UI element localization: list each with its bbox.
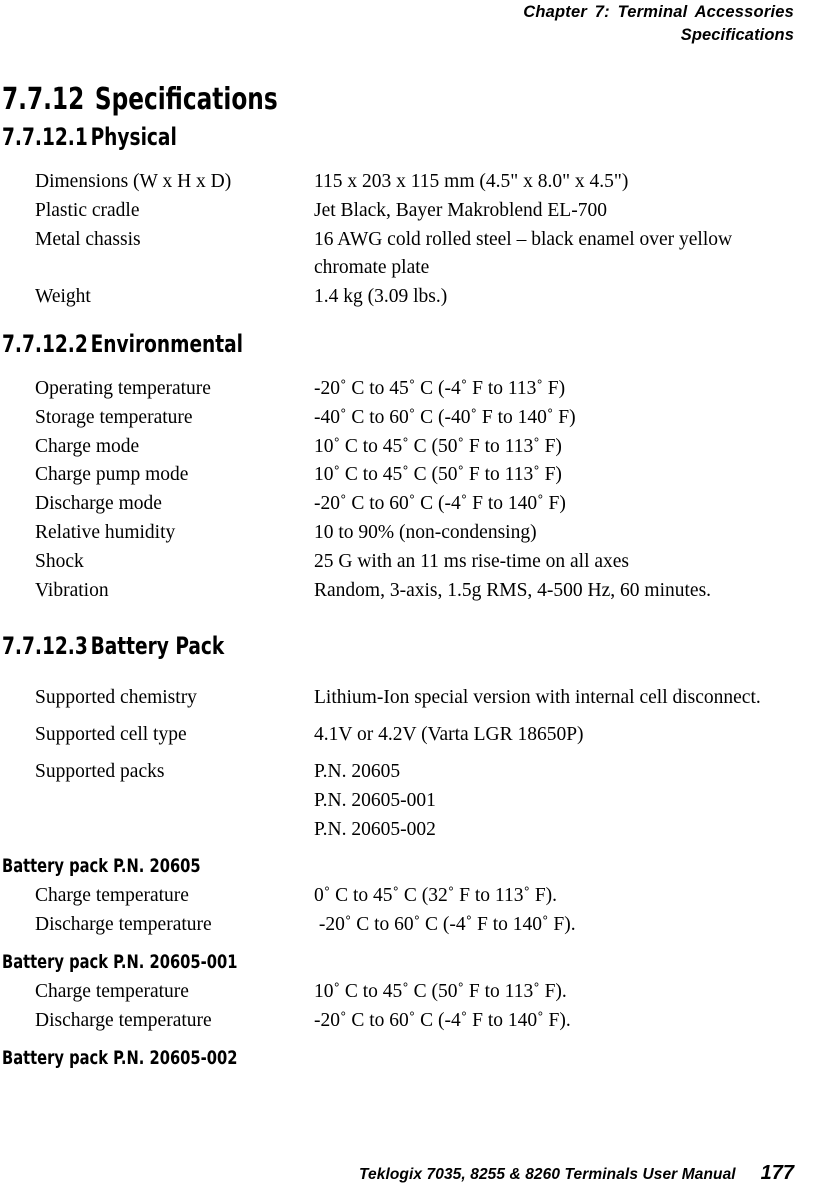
heading-battery-pack-title: Battery Pack [90,632,225,661]
spec-value: -40˚ C to 60˚ C (-40˚ F to 140˚ F) [314,406,576,428]
heading-specifications: 7.7.12 Specifications [2,82,690,118]
spec-label: Supported cell type [35,724,187,746]
battery-pack-20605-table: Charge temperature 0˚ C to 45˚ C (32˚ F … [2,882,802,940]
spec-label: Charge temperature [35,980,189,1002]
environmental-spec-table: Operating temperature -20˚ C to 45˚ C (-… [2,375,802,605]
spec-label: Plastic cradle [35,199,140,221]
heading-battery-pack-20605-002: Battery pack P.N. 20605-002 [2,1046,238,1069]
table-row: Vibration Random, 3-axis, 1.5g RMS, 4-50… [2,577,802,606]
heading-environmental-number: 7.7.12.2 [2,329,88,358]
table-row: Metal chassis 16 AWG cold rolled steel –… [2,226,802,284]
spec-label: Weight [35,286,91,308]
spec-label: Discharge temperature [35,1009,212,1031]
spec-value: -20˚ C to 60˚ C (-4˚ F to 140˚ F). [314,914,576,936]
spec-label: Shock [35,550,84,572]
table-row: Charge temperature 10˚ C to 45˚ C (50˚ F… [2,978,802,1007]
spec-label: Dimensions (W x H x D) [35,171,232,192]
table-row: Discharge temperature -20˚ C to 60˚ C (-… [2,1007,802,1036]
heading-battery-pack: 7.7.12.3 Battery Pack [2,631,690,661]
heading-physical-number: 7.7.12.1 [2,123,88,151]
table-row: Supported chemistry Lithium-Ion special … [2,684,802,721]
spec-value: Jet Black, Bayer Makroblend EL-700 [314,199,607,221]
table-row: Charge pump mode 10˚ C to 45˚ C (50˚ F t… [2,461,802,490]
spec-label: Charge mode [35,435,140,457]
spec-value: 16 AWG cold rolled steel – black enamel … [314,228,737,279]
spec-label: Relative humidity [35,521,176,543]
heading-battery-pack-number: 7.7.12.3 [2,632,88,661]
section-physical: 7.7.12.1 Physical Dimensions (W x H x D) … [2,122,802,312]
spec-value: Lithium-Ion special version with interna… [314,687,761,709]
heading-specifications-number: 7.7.12 [2,82,85,117]
spec-label: Charge pump mode [35,464,189,486]
table-row: Supported packs P.N. 20605 P.N. 20605-00… [2,758,802,844]
heading-physical: 7.7.12.1 Physical [2,122,690,152]
table-row: Dimensions (W x H x D) 115 x 203 x 115 m… [2,168,802,197]
table-row: Discharge temperature -20˚ C to 60˚ C (-… [2,911,802,940]
spec-label: Storage temperature [35,406,193,428]
spec-value: -20˚ C to 60˚ C (-4˚ F to 140˚ F). [314,1009,571,1031]
spec-value: 10˚ C to 45˚ C (50˚ F to 113˚ F) [314,435,562,457]
table-row: Plastic cradle Jet Black, Bayer Makroble… [2,197,802,226]
spec-value: Random, 3-axis, 1.5g RMS, 4-500 Hz, 60 m… [314,579,712,601]
spec-label: Metal chassis [35,228,141,250]
header-chapter-title: Chapter 7: Terminal Accessories [523,3,794,21]
table-row: Supported cell type 4.1V or 4.2V (Varta … [2,721,802,758]
page-footer: Teklogix 7035, 8255 & 8260 Terminals Use… [0,1162,794,1185]
spec-value: 10˚ C to 45˚ C (50˚ F to 113˚ F) [314,464,562,486]
section-battery-pack: 7.7.12.3 Battery Pack Supported chemistry… [2,631,802,1069]
spec-label: Supported packs [35,760,165,782]
footer-manual-title: Teklogix 7035, 8255 & 8260 Terminals Use… [359,1166,736,1183]
table-row: Relative humidity 10 to 90% (non-condens… [2,519,802,548]
spec-value: 10 to 90% (non-condensing) [314,521,537,543]
spec-value: -20˚ C to 45˚ C (-4˚ F to 113˚ F) [314,377,566,399]
heading-battery-pack-20605-001: Battery pack P.N. 20605-001 [2,950,238,973]
spec-label: Charge temperature [35,885,189,907]
heading-environmental: 7.7.12.2 Environmental [2,329,690,359]
table-row: Storage temperature -40˚ C to 60˚ C (-40… [2,404,802,433]
section-environmental: 7.7.12.2 Environmental Operating temperat… [2,329,802,605]
running-header: Chapter 7: Terminal Accessories Specific… [0,0,794,46]
heading-environmental-title: Environmental [90,329,244,358]
table-row: Weight 1.4 kg (3.09 lbs.) [2,283,802,312]
spec-value: 10˚ C to 45˚ C (50˚ F to 113˚ F). [314,980,567,1002]
table-row: Charge temperature 0˚ C to 45˚ C (32˚ F … [2,882,802,911]
spec-value: P.N. 20605 P.N. 20605-001 P.N. 20605-002 [314,760,436,840]
heading-battery-pack-20605: Battery pack P.N. 20605 [2,855,201,878]
spec-value: 4.1V or 4.2V (Varta LGR 18650P) [314,724,584,746]
spec-label: Supported chemistry [35,687,197,709]
battery-pack-20605-001-table: Charge temperature 10˚ C to 45˚ C (50˚ F… [2,978,802,1036]
spec-value: 1.4 kg (3.09 lbs.) [314,286,448,308]
spec-label: Operating temperature [35,377,211,399]
spec-value: 115 x 203 x 115 mm (4.5" x 8.0" x 4.5") [314,171,629,192]
spec-value: 0˚ C to 45˚ C (32˚ F to 113˚ F). [314,885,558,907]
document-page: Chapter 7: Terminal Accessories Specific… [0,0,834,1197]
heading-physical-title: Physical [90,123,177,151]
page-content: 7.7.12 Specifications 7.7.12.1 Physical Di… [2,82,802,1074]
table-row: Shock 25 G with an 11 ms rise-time on al… [2,548,802,577]
spec-label: Discharge mode [35,493,162,515]
table-row: Discharge mode -20˚ C to 60˚ C (-4˚ F to… [2,490,802,519]
spec-label: Vibration [35,579,109,601]
spec-value: -20˚ C to 60˚ C (-4˚ F to 140˚ F) [314,493,566,515]
battery-pack-spec-table: Supported chemistry Lithium-Ion special … [2,684,802,844]
footer-page-number: 177 [760,1162,794,1184]
header-section-title: Specifications [680,26,794,44]
spec-label: Discharge temperature [35,914,212,936]
physical-spec-table: Dimensions (W x H x D) 115 x 203 x 115 m… [2,168,802,312]
table-row: Charge mode 10˚ C to 45˚ C (50˚ F to 113… [2,433,802,462]
spec-value: 25 G with an 11 ms rise-time on all axes [314,550,630,572]
heading-specifications-title: Specifications [94,82,278,117]
table-row: Operating temperature -20˚ C to 45˚ C (-… [2,375,802,404]
section-specifications: 7.7.12 Specifications [2,82,802,118]
